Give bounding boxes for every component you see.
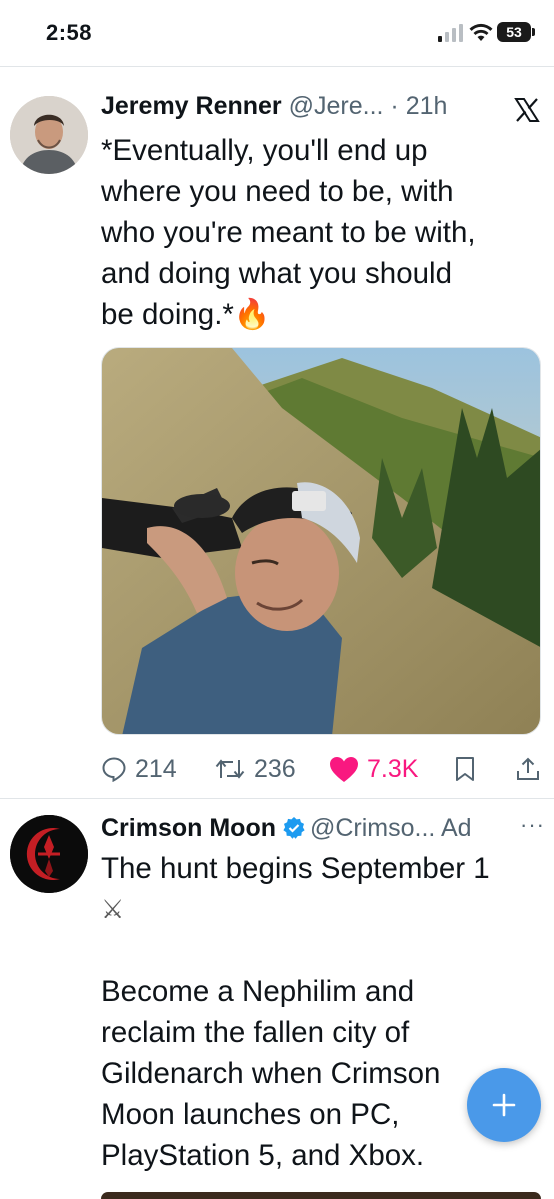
author-name[interactable]: Jeremy Renner bbox=[101, 92, 282, 120]
x-logo-icon bbox=[514, 98, 540, 122]
reply-icon bbox=[102, 757, 126, 782]
retweet-count: 236 bbox=[254, 754, 296, 783]
ad-label: Ad bbox=[440, 814, 472, 842]
profile-photo bbox=[10, 96, 88, 174]
tweet-text-line: and doing what you should bbox=[101, 257, 452, 290]
ad-author-handle[interactable]: @Crimso... bbox=[310, 814, 435, 842]
ad-text-line: Become a Nephilim and bbox=[101, 975, 415, 1008]
ad-text-line: reclaim the fallen city of bbox=[101, 1016, 410, 1049]
ad-author-name[interactable]: Crimson Moon bbox=[101, 814, 276, 842]
swords-emoji: ⚔ bbox=[101, 894, 125, 924]
ad-avatar[interactable] bbox=[10, 815, 88, 893]
ad-blank-line bbox=[101, 930, 546, 971]
verified-badge-icon bbox=[283, 817, 305, 839]
fire-emoji: 🔥 bbox=[233, 298, 271, 331]
like-count: 7.3K bbox=[367, 754, 419, 783]
ad-text-line: The hunt begins September 1 bbox=[101, 852, 490, 885]
tweet-text-line: who you're meant to be with, bbox=[101, 216, 476, 249]
author-handle[interactable]: @Jere... bbox=[289, 92, 384, 120]
bookmark-button[interactable] bbox=[454, 752, 484, 786]
crimson-moon-logo-icon bbox=[10, 815, 88, 893]
tweet-actions: 214 236 7.3K bbox=[101, 752, 546, 786]
more-options-button[interactable]: ··· bbox=[520, 812, 545, 838]
reply-count: 214 bbox=[135, 754, 177, 783]
tweet-text-line: where you need to be, with bbox=[101, 175, 454, 208]
plus-icon bbox=[492, 1093, 516, 1117]
retweet-button[interactable]: 236 bbox=[214, 752, 296, 786]
share-icon bbox=[517, 757, 539, 780]
ad-media-peek[interactable] bbox=[101, 1192, 541, 1199]
separator-dot: · bbox=[383, 92, 406, 120]
ad-text-line: PlayStation 5, and Xbox. bbox=[101, 1139, 425, 1172]
cellular-signal-icon bbox=[438, 24, 463, 42]
selfie-image bbox=[102, 348, 540, 734]
tweet-header: Jeremy Renner @Jere... · 21h bbox=[101, 92, 521, 124]
wifi-icon bbox=[469, 23, 493, 41]
tweet-text-last: be doing.* bbox=[101, 298, 234, 331]
avatar[interactable] bbox=[10, 96, 88, 174]
reply-button[interactable]: 214 bbox=[101, 752, 177, 786]
battery-indicator: 53 bbox=[497, 22, 531, 42]
tweet-text-line: be doing.*🔥 bbox=[101, 294, 531, 335]
bookmark-icon bbox=[456, 757, 474, 781]
compose-button[interactable] bbox=[467, 1068, 541, 1142]
ad-header: Crimson Moon @Crimso... Ad bbox=[101, 814, 546, 846]
retweet-icon bbox=[215, 759, 245, 779]
status-bar: 2:58 53 bbox=[0, 0, 554, 66]
tweet-divider bbox=[0, 798, 554, 799]
tweet-text-line: *Eventually, you'll end up bbox=[101, 134, 428, 167]
tweet-text: *Eventually, you'll end up where you nee… bbox=[101, 130, 531, 335]
tweet-time[interactable]: 21h bbox=[406, 92, 448, 120]
top-divider bbox=[0, 66, 554, 67]
share-button[interactable] bbox=[515, 752, 549, 786]
tweet-photo[interactable] bbox=[101, 347, 541, 735]
heart-icon bbox=[330, 756, 358, 782]
battery-cap bbox=[532, 28, 535, 36]
like-button[interactable]: 7.3K bbox=[329, 752, 418, 786]
status-time: 2:58 bbox=[46, 20, 93, 45]
